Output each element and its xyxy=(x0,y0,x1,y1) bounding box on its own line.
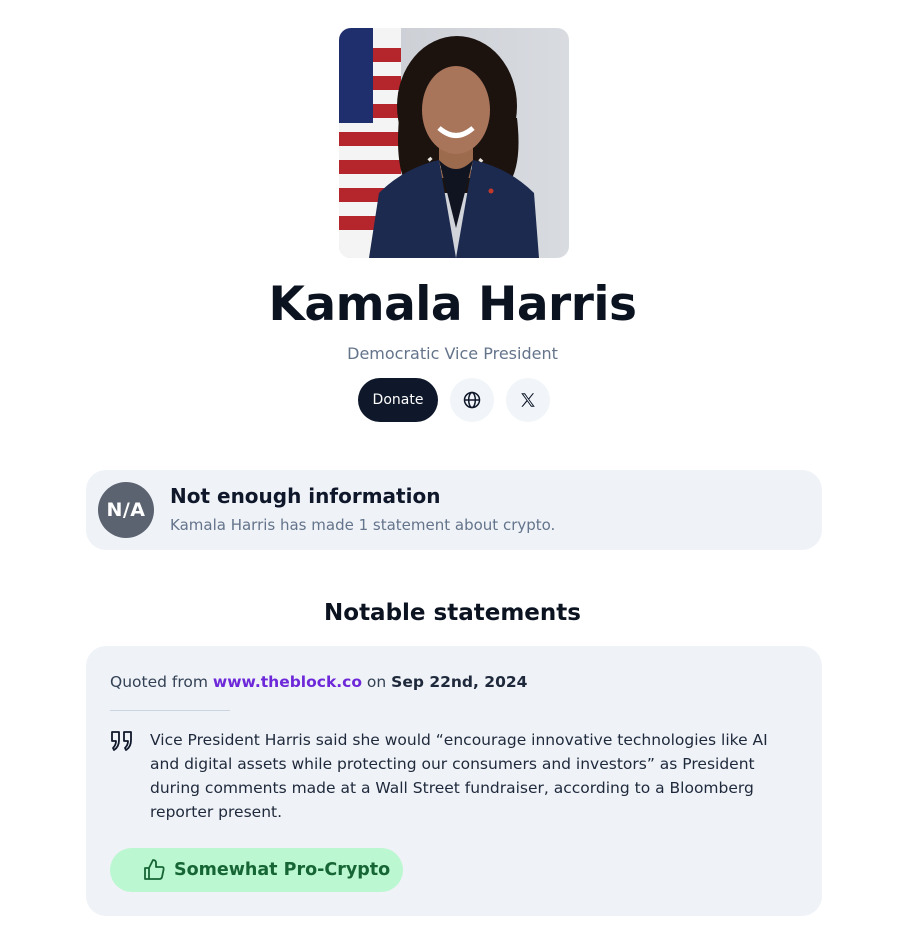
quoted-prefix: Quoted from xyxy=(110,673,213,691)
profile-actions: Donate xyxy=(358,378,550,422)
x-logo-icon xyxy=(521,393,535,407)
statement-card: Quoted from www.theblock.co on Sep 22nd,… xyxy=(86,646,822,916)
thumbs-up-icon xyxy=(144,859,165,880)
donate-button[interactable]: Donate xyxy=(358,378,438,422)
rating-title: Not enough information xyxy=(170,484,441,508)
statement-date: Sep 22nd, 2024 xyxy=(391,673,528,691)
on-text: on xyxy=(361,673,392,691)
source-link[interactable]: www.theblock.co xyxy=(213,673,362,691)
notable-statements-heading: Notable statements xyxy=(324,600,581,626)
stance-badge: Somewhat Pro-Crypto xyxy=(110,848,403,892)
stance-label: Somewhat Pro-Crypto xyxy=(174,860,391,880)
rating-subtitle: Kamala Harris has made 1 statement about… xyxy=(170,516,556,534)
portrait-photo xyxy=(339,28,569,258)
politician-name: Kamala Harris xyxy=(268,277,637,332)
statement-text: Vice President Harris said she would “en… xyxy=(150,731,768,821)
politician-role: Democratic Vice President xyxy=(347,344,558,363)
quote-icon xyxy=(111,731,132,751)
divider xyxy=(110,710,230,711)
statement-source-line: Quoted from www.theblock.co on Sep 22nd,… xyxy=(110,673,527,691)
globe-icon xyxy=(463,391,481,409)
rating-badge: N/A xyxy=(98,482,154,538)
crypto-rating-card: N/A Not enough information Kamala Harris… xyxy=(86,470,822,550)
politician-profile-page: Kamala Harris Democratic Vice President … xyxy=(0,0,905,944)
x-profile-button[interactable] xyxy=(506,378,550,422)
website-button[interactable] xyxy=(450,378,494,422)
